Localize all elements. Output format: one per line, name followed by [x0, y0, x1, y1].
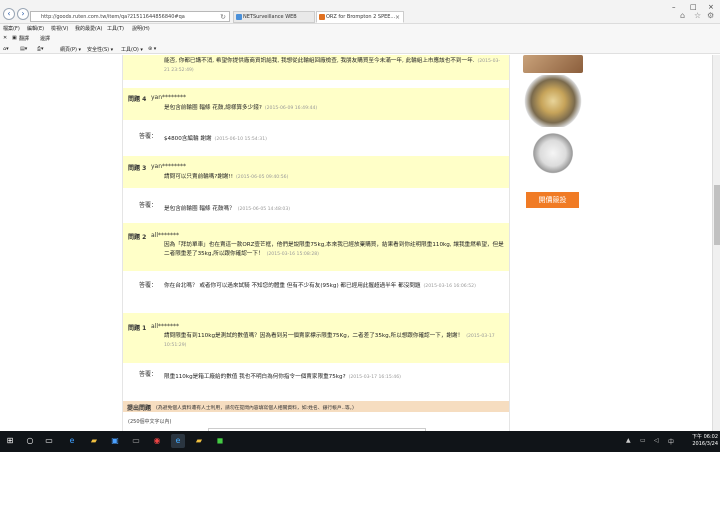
chrome-icon[interactable]: ◉ [150, 434, 164, 448]
question-label: 問題 2 [128, 234, 147, 241]
home-icon[interactable]: ⌂ [680, 11, 685, 20]
home-small-icon[interactable]: ⌂▾ [3, 46, 9, 52]
ask-question-notice: (為避免個人資料遭有人士利用，請勿在提問內容填寫個人相關資料，如:姓名、銀行帳戶… [156, 406, 354, 411]
menu-tools[interactable]: 工具(T) [107, 25, 124, 32]
answer-text: 限重110kg是箱工廠給的數值 我也不明白為何你指令一個賣家限重75kg? (20… [164, 374, 401, 380]
favorites-item[interactable]: 翻譯 [19, 35, 29, 42]
forward-button[interactable]: › [17, 8, 29, 20]
answer-text: 是包含前輪圈 輻條 花鼓嗎？ (2015-06-05 14:48:03) [164, 206, 291, 212]
tab-favicon-icon [236, 14, 242, 20]
url-text: http://goods.ruten.com.tw/item/qa?215116… [41, 14, 185, 20]
scrollbar-thumb[interactable] [714, 185, 720, 245]
tray-network-icon[interactable]: ▲ [626, 437, 631, 444]
asker-name: yan******** [151, 94, 187, 101]
window-app-icon[interactable]: ▭ [129, 434, 143, 448]
answer-text: $4800含編輪 謝謝 (2015-06-10 15:54:31) [164, 136, 267, 142]
answer-label: 答覆： [139, 371, 158, 378]
product-image-watch[interactable] [523, 75, 583, 127]
windows-start-icon[interactable]: ⊞ [3, 434, 17, 448]
clock-time: 下午 06:02 [692, 434, 718, 440]
feeds-icon[interactable]: ▤▾ [20, 46, 27, 52]
qa-content: 能否, 你都已講不消, 希望你提供廠商資訊給我, 我想從此輪組回廠檢查, 我朋友… [122, 55, 510, 431]
question-text: 請問可以只賣前輪嗎?謝謝!! (2015-06-05 09:40:56) [164, 174, 289, 180]
tab-label: ORZ for Brompton 2 SPEE... [326, 14, 396, 20]
question-block: 問題 4 yan******** 是包含前輪圈 輻條 花鼓,總様算多少錢? (20… [123, 88, 509, 120]
menu-favorites[interactable]: 我的最愛(A) [75, 25, 102, 32]
product-image-watch[interactable] [523, 55, 583, 73]
translate-icon[interactable]: ▣ [12, 35, 17, 41]
taskbar-clock[interactable]: 下午 06:02 2016/3/24 [684, 434, 718, 448]
blank-area [0, 452, 720, 524]
question-text: 能否, 你都已講不消, 希望你提供廠商資訊給我, 我想從此輪組回廠檢查, 我朋友… [164, 58, 501, 73]
address-bar[interactable]: http://goods.ruten.com.tw/item/qa?215116… [30, 11, 230, 22]
back-button[interactable]: ‹ [3, 8, 15, 20]
close-window-icon[interactable]: × [708, 3, 714, 11]
maximize-icon[interactable]: □ [690, 3, 697, 11]
question-label: 問題 1 [128, 325, 147, 332]
question-block: 問題 1 all******* 請問限重有到110kg是測試的數值嗎？因為看到另… [123, 313, 509, 363]
vertical-scrollbar[interactable] [712, 55, 720, 431]
clock-date: 2016/3/24 [692, 441, 718, 447]
line-app-icon[interactable]: ◼ [213, 434, 227, 448]
internet-explorer-icon[interactable]: e [171, 434, 185, 448]
cmd-help[interactable]: ⊛ ▾ [148, 46, 156, 52]
file-explorer-icon[interactable]: ▰ [87, 434, 101, 448]
question-label: 問題 3 [128, 165, 147, 172]
product-image-watch[interactable] [523, 128, 583, 184]
question-label: 問題 4 [128, 96, 147, 103]
ask-question-title: 提出問題 [127, 405, 152, 412]
question-block: 能否, 你都已講不消, 希望你提供廠商資訊給我, 我想從此輪組回廠檢查, 我朋友… [123, 55, 509, 80]
menu-view[interactable]: 檢視(V) [51, 25, 68, 32]
char-limit-note: (250個中文字以內) [128, 419, 172, 425]
tray-volume-icon[interactable]: ◁ [654, 437, 659, 444]
refresh-icon[interactable]: ↻ [220, 13, 226, 21]
close-icon[interactable]: ✕ [3, 35, 7, 41]
settings-gear-icon[interactable]: ⚙ [707, 11, 714, 20]
cmd-tools[interactable]: 工具(O) ▾ [121, 46, 143, 53]
task-view-icon[interactable]: ▭ [42, 434, 56, 448]
tab-favicon-icon [319, 14, 325, 20]
cmd-safety[interactable]: 安全性(S) ▾ [87, 46, 113, 53]
tray-ime-icon[interactable]: 中 [668, 437, 674, 446]
print-icon[interactable]: ⎙▾ [37, 46, 44, 52]
cmd-page[interactable]: 網頁(P) ▾ [60, 46, 81, 53]
menu-bar: 檔案(F) 編輯(E) 檢視(V) 我的最愛(A) 工具(T) 說明(H) [0, 24, 720, 33]
question-text: 請問限重有到110kg是測試的數值嗎？因為看到另一個賣家標示限重75Kg，二者差… [164, 333, 495, 348]
close-tab-icon[interactable]: × [395, 12, 400, 22]
bid-button[interactable]: 開價競投 [526, 192, 579, 208]
favorites-star-icon[interactable]: ☆ [694, 11, 701, 20]
question-text: 是包含前輪圈 輻條 花鼓,總様算多少錢? (2015-06-09 16:49:44… [164, 105, 318, 111]
favorites-bar: ✕ ▣ 翻譯 邊譯 [0, 33, 720, 43]
question-block: 問題 3 yan******** 請問可以只賣前輪嗎?謝謝!! (2015-06-… [123, 156, 509, 188]
ask-question-bar: 提出問題 (為避免個人資料遭有人士利用，請勿在提問內容填寫個人相關資料，如:姓名… [123, 401, 509, 412]
page-viewport: 能否, 你都已講不消, 希望你提供廠商資訊給我, 我想從此輪組回廠檢查, 我朋友… [0, 55, 712, 431]
asker-name: yan******** [151, 163, 187, 170]
browser-titlebar: ‹ › http://goods.ruten.com.tw/item/qa?21… [0, 0, 720, 24]
command-bar: ⌂▾ ▤▾ ⎙▾ 網頁(P) ▾ 安全性(S) ▾ 工具(O) ▾ ⊛ ▾ [0, 43, 720, 54]
question-block: 問題 2 all******* 因為「拜訪單車」也在賣這一款ORZ壹芒框，他們是… [123, 223, 509, 271]
asker-name: all******* [151, 323, 180, 330]
answer-label: 答覆： [139, 133, 158, 140]
store-icon[interactable]: ▣ [108, 434, 122, 448]
tray-battery-icon[interactable]: ▭ [640, 437, 646, 444]
tab-label: NETSurveillance WEB [243, 14, 297, 20]
minimize-icon[interactable]: – [672, 3, 676, 11]
taskbar: ⊞ ○ ▭ e ▰ ▣ ▭ ◉ e ▰ ◼ ▲ ▭ ◁ 中 下午 06:02 2… [0, 431, 720, 452]
menu-help[interactable]: 說明(H) [132, 25, 150, 32]
search-icon[interactable]: ○ [23, 434, 37, 448]
answer-text: 你在台北嗎？ 或者你可以過來試騎 不知您的體重 但有不少有友(95kg) 都已經… [164, 283, 476, 289]
question-text: 因為「拜訪單車」也在賣這一款ORZ壹芒框，他們是說限重75kg,本來我已經放棄購… [164, 242, 504, 257]
tab-orz-brompton[interactable]: ORZ for Brompton 2 SPEE... × [316, 11, 404, 23]
favorites-item[interactable]: 邊譯 [40, 35, 50, 42]
answer-label: 答覆： [139, 282, 158, 289]
menu-file[interactable]: 檔案(F) [3, 25, 20, 32]
asker-name: all******* [151, 232, 180, 239]
menu-edit[interactable]: 編輯(E) [27, 25, 44, 32]
answer-label: 答覆： [139, 202, 158, 209]
tab-netsurveillance[interactable]: NETSurveillance WEB [233, 11, 315, 23]
edge-browser-icon[interactable]: e [65, 434, 79, 448]
folder-icon[interactable]: ▰ [192, 434, 206, 448]
